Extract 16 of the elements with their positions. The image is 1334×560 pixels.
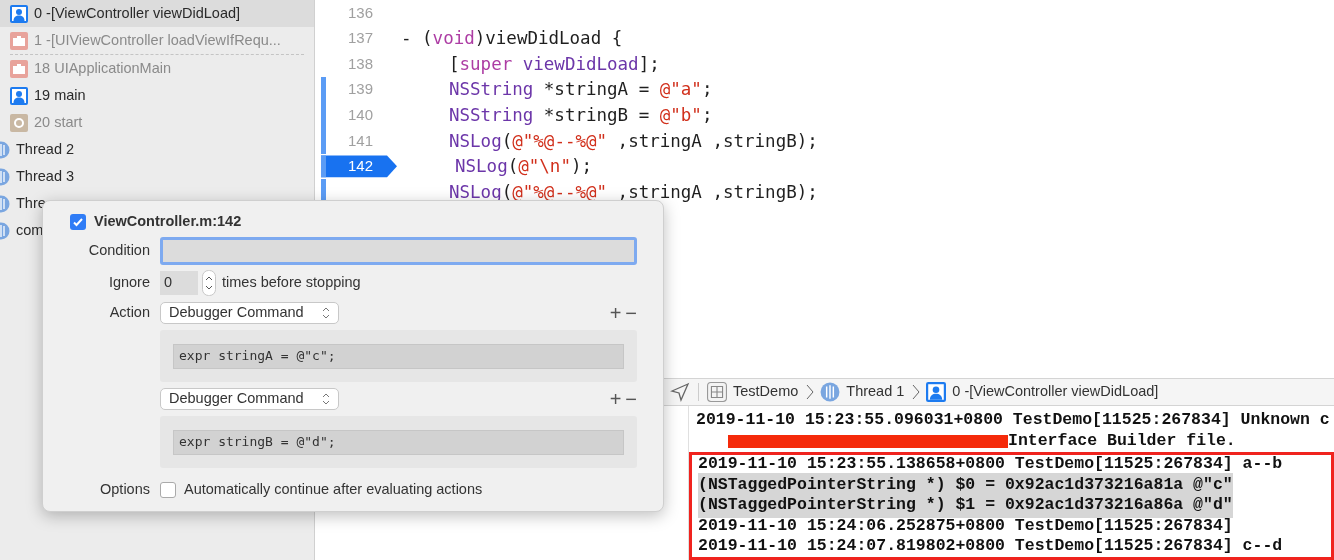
console-line: 2019-11-10 15:24:07.819802+0800 TestDemo[11525:267834] c--d — [698, 535, 1283, 558]
field-label: Options — [99, 480, 150, 499]
option-label: Automatically continue after evaluating actions — [184, 480, 483, 499]
ignore-suffix: times before stopping — [222, 273, 361, 293]
code-line: NSString *stringA = @"a"; — [449, 78, 713, 102]
field-label: Action — [109, 303, 150, 323]
code-line: [super viewDidLoad]; — [449, 52, 660, 76]
code-line: NSLog(@"\n"); — [455, 155, 592, 179]
breakpoint-title: ViewController.m:142 — [94, 212, 242, 232]
code-line: NSString *stringB = @"b"; — [449, 104, 713, 128]
field-label: Condition — [87, 241, 150, 261]
code-line: - (void)viewDidLoad { — [401, 27, 623, 51]
console-line: Interface Builder file. — [1008, 429, 1236, 452]
field-label: Ignore — [107, 273, 150, 293]
code-line: NSLog(@"%@--%@" ,stringA ,stringB); — [449, 129, 818, 153]
console-line: 2019-11-10 15:23:55.096031+0800 TestDemo[11525:267834] Unknown c — [696, 409, 1330, 432]
